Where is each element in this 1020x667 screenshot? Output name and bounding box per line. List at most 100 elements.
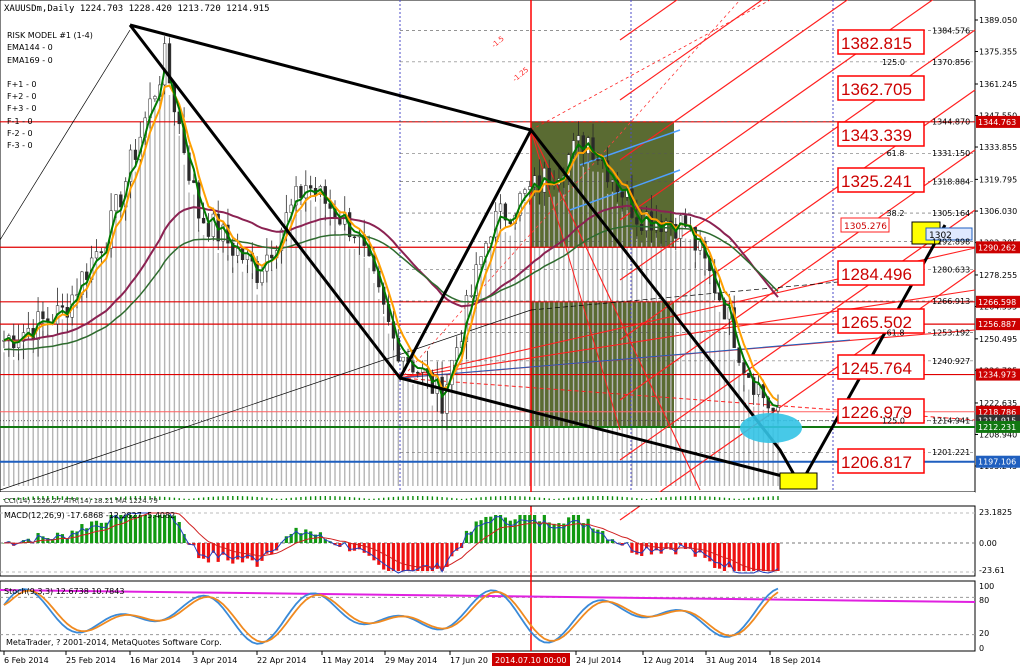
price-chart-canvas[interactable]: 13021305.276-1.5-1.251382.8151362.705134… [0, 0, 1020, 667]
target-box [779, 472, 818, 490]
level-box-label: 1206.817 [841, 453, 912, 472]
macd-bar [70, 530, 74, 543]
candle-body [596, 159, 600, 161]
indicator-line: F+3 - 0 [7, 104, 37, 114]
macd-bar [737, 543, 741, 571]
candle-body [352, 236, 357, 239]
mini-label: CCI(14) 1226.27 ATR(14) 18.21 MA 1224.79 [4, 497, 158, 505]
fib-price: 1384.576 [932, 26, 970, 35]
candle-body [260, 270, 264, 283]
macd-bar [231, 543, 235, 564]
level-box-label: 1362.705 [841, 80, 912, 99]
fib-price: 1344.870 [932, 118, 970, 127]
indicator-line: EMA169 - 0 [7, 55, 53, 65]
macd-bar [771, 543, 775, 571]
price-tag-label: 1234.973 [978, 371, 1016, 380]
fib-price: 1214.941 [932, 417, 970, 426]
candle-body [771, 407, 775, 412]
macd-bar [567, 517, 571, 543]
time-axis-label: 22 Apr 2014 [257, 656, 306, 665]
candle-body [635, 217, 639, 225]
price-tag: 1266.598 [976, 295, 1020, 308]
price-tag-label: 1266.598 [978, 298, 1016, 307]
axis-tick-label: 1278.255 [979, 271, 1017, 280]
stoch-axis-label: 20 [979, 629, 989, 638]
macd-bar [304, 529, 308, 543]
candle-body [192, 180, 196, 183]
fib-ratio: 125.0 [882, 417, 905, 426]
macd-bar [756, 543, 761, 571]
candle-body [416, 371, 420, 374]
macd-bar [55, 532, 60, 543]
candle-body [747, 372, 751, 378]
macd-bar [523, 515, 527, 543]
candle-body [610, 179, 615, 183]
macd-bar [528, 515, 532, 543]
indicator-list: RISK MODEL #1 (1-4) EMA144 - 0 EMA169 - … [7, 30, 93, 153]
macd-label: MACD(12,26,9) -17.6868 -12.2827 -5.4082 [4, 511, 175, 520]
chart-header: XAUUSDm,Daily 1224.703 1228.420 1213.720… [4, 4, 270, 14]
candle-body [742, 362, 746, 374]
axis-tick-label: 1319.795 [979, 175, 1017, 184]
price-box-label: 1305.276 [844, 222, 887, 232]
level-box: 1362.705 [837, 75, 925, 101]
level-box: 1226.979 [837, 398, 925, 424]
macd-bar [586, 518, 590, 543]
macd-bar [533, 515, 537, 543]
copyright-footer: MetaTrader, ? 2001-2014, MetaQuotes Soft… [6, 638, 222, 647]
fib-ratio: 125.0 [882, 58, 905, 67]
macd-bar [474, 521, 478, 543]
candle-body [776, 407, 780, 412]
price-tag-label: 1344.763 [978, 118, 1016, 127]
macd-bar [396, 543, 400, 571]
candle-body [114, 194, 118, 212]
level-box: 1206.817 [837, 448, 925, 474]
level-box-label: 1325.241 [841, 172, 912, 191]
fib-price: 1292.898 [932, 237, 970, 246]
price-tag: 1197.106 [976, 455, 1020, 468]
macd-bar [508, 520, 512, 543]
macd-bar [294, 527, 298, 543]
candle-body [41, 311, 45, 319]
macd-bar [776, 543, 780, 571]
fib-price: 1266.913 [932, 297, 970, 306]
time-axis-label: 29 May 2014 [385, 656, 437, 665]
fib-price: 1305.164 [932, 209, 970, 218]
metatrader-chart-window[interactable]: 1302 1305.276 -1.5 -1.25 1382.815 1362.705 134… [0, 0, 1020, 667]
axis-tick-label: 1375.355 [979, 48, 1017, 57]
candle-body [401, 356, 405, 362]
axis-tick-label: 1361.245 [979, 80, 1017, 89]
candle-body [133, 149, 138, 160]
time-axis-label: 16 Mar 2014 [130, 656, 181, 665]
level-box-label: 1245.764 [841, 359, 912, 378]
macd-bar [693, 543, 697, 557]
fib-ratio: 61.8 [887, 149, 905, 158]
macd-bar [732, 543, 736, 571]
candle-body [201, 217, 206, 224]
fib-price: 1253.192 [932, 329, 970, 338]
macd-bar [494, 515, 498, 543]
level-box: 1325.241 [837, 167, 925, 193]
time-axis-label: 17 Jun 20 [450, 656, 488, 665]
fib-ratio: 38.2 [887, 209, 905, 218]
macd-bar [197, 543, 201, 559]
macd-bar [766, 543, 770, 571]
macd-bar [484, 516, 488, 543]
macd-bar [518, 515, 522, 543]
axis-tick-label: 1333.855 [979, 143, 1017, 152]
indicator-line: F+1 - 0 [7, 79, 37, 89]
candle-body [479, 256, 483, 265]
axis-tick-label: 1306.030 [979, 207, 1017, 216]
level-box: 1245.764 [837, 354, 925, 380]
indicator-line: F-1 - 0 [7, 116, 33, 126]
stoch-axis-label: 80 [979, 596, 989, 605]
price-tag: 1344.763 [976, 115, 1020, 128]
indicator-line: RISK MODEL #1 (1-4) [7, 31, 93, 40]
indicator-line: F-2 - 0 [7, 129, 33, 139]
fib-price: 1240.927 [932, 357, 970, 366]
candle-body [498, 203, 503, 212]
level-box: 1382.815 [837, 29, 925, 55]
price-tag-label: 1197.106 [978, 458, 1016, 467]
time-axis-label: 11 May 2014 [322, 656, 374, 665]
macd-axis-label: 23.1825 [979, 508, 1012, 517]
